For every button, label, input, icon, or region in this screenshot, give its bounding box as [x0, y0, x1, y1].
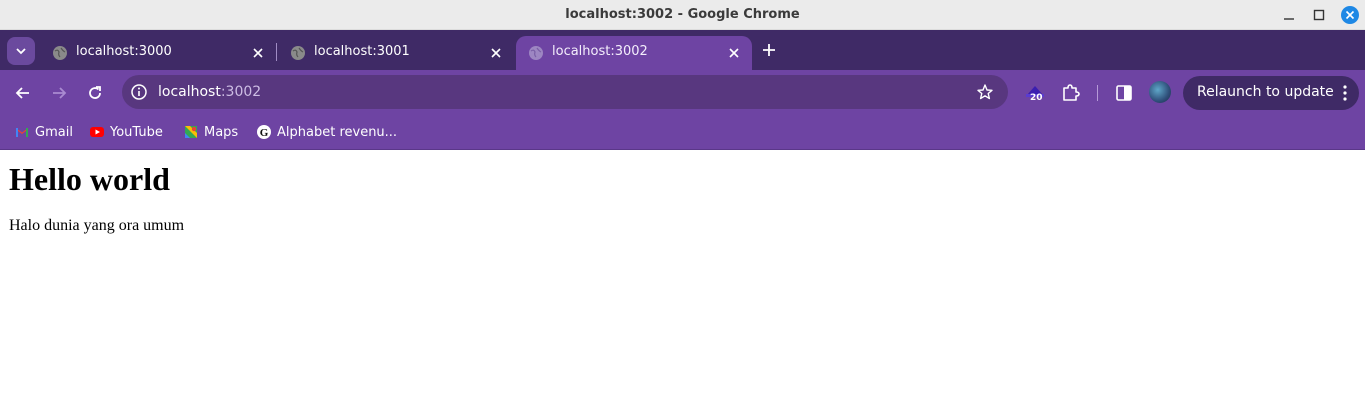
alphabet-icon: G [257, 125, 271, 139]
url-port: :3002 [220, 84, 262, 100]
tab-label: localhost:3000 [76, 44, 172, 59]
maps-icon [185, 126, 197, 138]
bookmark-maps[interactable]: Maps [183, 123, 238, 141]
chevron-down-icon [16, 48, 26, 55]
side-panel-icon[interactable] [1112, 81, 1136, 105]
bookmark-label: Gmail [35, 124, 73, 140]
close-tab-icon[interactable] [250, 45, 266, 61]
relaunch-to-update-button[interactable]: Relaunch to update [1183, 76, 1359, 110]
back-arrow-icon[interactable] [12, 82, 34, 104]
window-title: localhost:3002 - Google Chrome [565, 7, 800, 22]
forward-arrow-icon[interactable] [48, 82, 70, 104]
maximize-icon[interactable] [1309, 5, 1329, 25]
extensions-puzzle-icon[interactable] [1058, 81, 1082, 105]
page-paragraph: Halo dunia yang ora umum [9, 217, 185, 234]
new-tab-plus-icon[interactable] [758, 39, 780, 61]
globe-icon [529, 46, 543, 60]
reload-icon[interactable] [84, 82, 106, 104]
bookmark-label: Maps [204, 124, 239, 140]
profile-avatar[interactable] [1149, 81, 1171, 103]
tab-separator [276, 43, 277, 61]
extension-badge-count: 20 [1030, 93, 1043, 103]
page-content: Hello world Halo dunia yang ora umum [0, 151, 1365, 415]
bookmark-youtube[interactable]: YouTube [89, 123, 163, 141]
tab-label: localhost:3001 [314, 44, 410, 59]
minimize-icon[interactable] [1279, 5, 1299, 25]
toolbar-separator [1097, 85, 1098, 101]
tab-localhost-3000[interactable]: localhost:3000 [40, 36, 276, 70]
close-window-icon[interactable] [1340, 5, 1360, 25]
relaunch-label: Relaunch to update [1197, 84, 1334, 100]
globe-icon [53, 46, 67, 60]
tab-label: localhost:3002 [552, 44, 648, 59]
tab-strip: localhost:3000 localhost:3001 localhost:… [0, 30, 1365, 70]
url-text[interactable]: localhost:3002 [158, 84, 261, 100]
tab-search-button[interactable] [7, 37, 35, 65]
close-tab-icon[interactable] [488, 45, 504, 61]
bookmark-label: Alphabet revenu... [277, 124, 398, 140]
address-bar[interactable]: localhost:3002 [122, 75, 1008, 109]
kebab-menu-icon[interactable] [1341, 84, 1349, 102]
tab-localhost-3001[interactable]: localhost:3001 [278, 36, 514, 70]
bookmark-label: YouTube [110, 124, 163, 140]
url-host: localhost [158, 84, 221, 100]
gmail-icon [16, 128, 28, 137]
site-info-icon[interactable] [130, 83, 148, 101]
bookmark-star-icon[interactable] [976, 83, 994, 101]
page-heading: Hello world [9, 161, 170, 197]
tab-localhost-3002[interactable]: localhost:3002 [516, 36, 752, 70]
window-titlebar: localhost:3002 - Google Chrome [0, 0, 1365, 30]
bookmark-gmail[interactable]: Gmail [14, 123, 73, 141]
svg-text:G: G [260, 127, 269, 139]
bookmark-alphabet-revenue[interactable]: G Alphabet revenu... [256, 123, 397, 141]
close-tab-icon[interactable] [726, 45, 742, 61]
bookmarks-bar: Gmail YouTube Maps G Alphabet revenu... [0, 115, 1365, 150]
youtube-icon [90, 127, 104, 137]
globe-icon [291, 46, 305, 60]
